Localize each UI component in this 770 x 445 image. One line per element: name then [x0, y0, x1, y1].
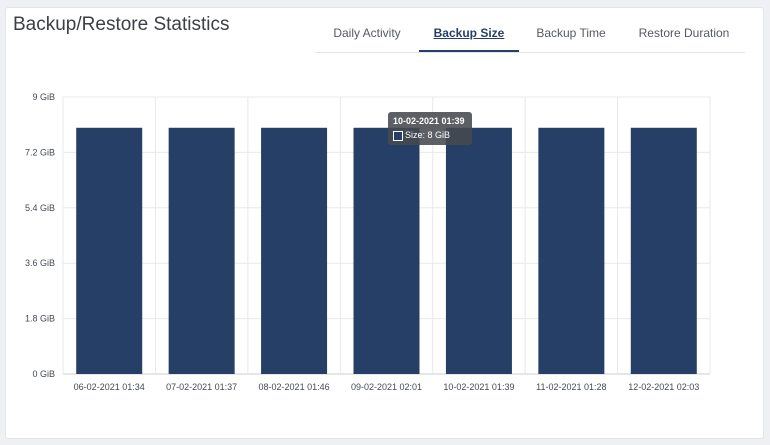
- tooltip-title: 10-02-2021 01:39: [393, 116, 465, 126]
- x-tick-label: 09-02-2021 02:01: [351, 382, 422, 392]
- y-tick-label: 5.4 GiB: [25, 203, 55, 213]
- bar: [261, 127, 328, 375]
- bar: [353, 127, 420, 375]
- y-tick-label: 1.8 GiB: [25, 314, 55, 324]
- y-tick-label: 3.6 GiB: [25, 258, 55, 268]
- x-tick-label: 08-02-2021 01:46: [259, 382, 330, 392]
- y-tick-label: 9 GiB: [32, 92, 55, 102]
- tooltip-row: Size: 8 GiB: [393, 129, 467, 142]
- x-tick-label: 07-02-2021 01:37: [166, 382, 237, 392]
- y-tick-label: 0 GiB: [32, 369, 55, 379]
- x-tick-label: 06-02-2021 01:34: [74, 382, 145, 392]
- bar: [538, 127, 605, 375]
- x-tick-label: 10-02-2021 01:39: [443, 382, 514, 392]
- bar: [445, 127, 512, 375]
- chart-tooltip: 10-02-2021 01:39 Size: 8 GiB: [388, 112, 472, 145]
- x-tick-label: 12-02-2021 02:03: [628, 382, 699, 392]
- bar: [168, 127, 235, 375]
- tooltip-series-label: Size: 8 GiB: [405, 130, 451, 140]
- y-tick-label: 7.2 GiB: [25, 147, 55, 157]
- x-tick-label: 11-02-2021 01:28: [536, 382, 606, 392]
- tooltip-swatch: [393, 130, 403, 141]
- bar: [76, 127, 143, 375]
- bar: [630, 127, 697, 375]
- backup-size-chart: 0 GiB 1.8 GiB 3.6 GiB 5.4 GiB 7.2 GiB 9 GiB 06…: [25, 92, 711, 392]
